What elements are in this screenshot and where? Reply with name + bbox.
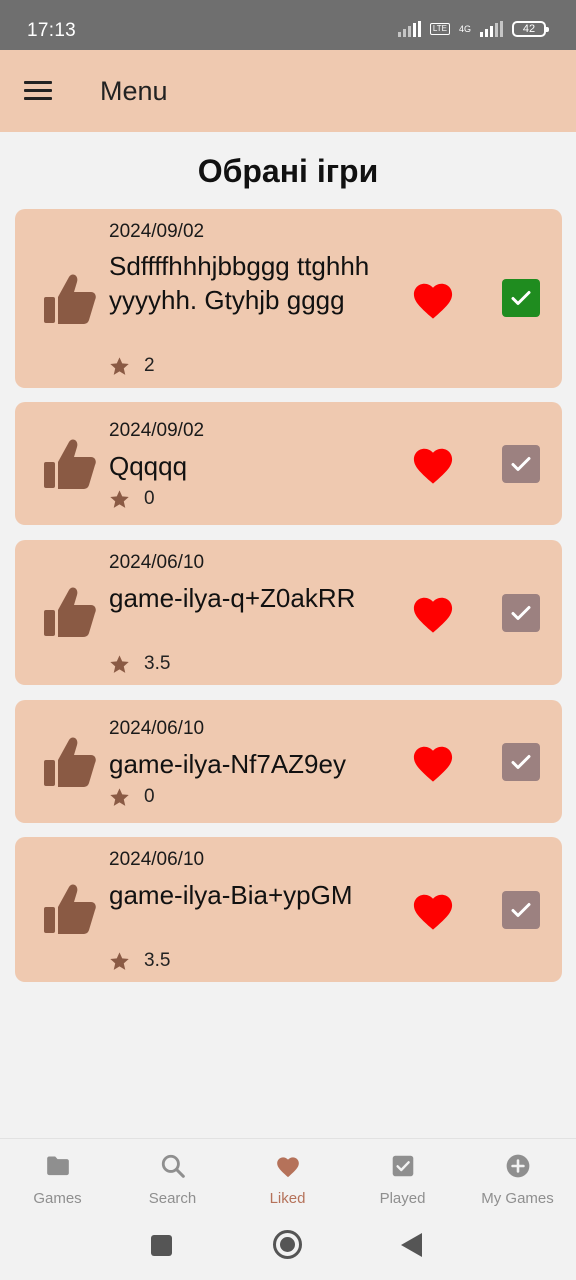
heart-icon[interactable] [410,592,456,634]
battery-icon: 42 [512,21,549,37]
heart-icon[interactable] [410,443,456,485]
heart-icon [276,1157,299,1178]
game-name: game-ilya-Bia+ypGM [109,880,353,910]
nav-search-label: Search [148,1190,197,1207]
thumbs-up-icon [44,274,96,324]
star-icon [110,489,129,508]
game-name: Sdffffhhhjbbggg ttghhh yyyyhh. Gtyhjb gg… [109,251,370,315]
status-icons: LTE 4G 42 [397,21,549,37]
app-bar: Menu [0,50,576,132]
nav-my-games-label: My Games [481,1190,554,1207]
rating-value: 0 [144,488,155,509]
played-checkbox[interactable] [502,594,540,632]
nav-my-games[interactable]: My Games [460,1153,575,1207]
checkmark-icon [511,291,531,305]
thumbs-up-icon [44,884,96,934]
rating-value: 0 [144,786,155,807]
played-checkbox[interactable] [502,743,540,781]
nav-search[interactable]: Search [115,1153,230,1207]
game-date: 2024/06/10 [109,718,205,739]
nav-games-label: Games [33,1190,82,1207]
star-icon [110,654,129,673]
recents-button[interactable] [151,1235,172,1256]
checkmark-icon [511,457,531,471]
game-rating: 0 [109,488,155,510]
game-card[interactable]: 2024/09/02 Qqqqq 0 [15,402,562,525]
star-icon [110,787,129,806]
network-type: 4G [458,23,471,34]
nav-liked-label: Liked [269,1190,306,1207]
home-button[interactable] [273,1230,302,1259]
checkmark-icon [511,755,531,769]
rating-value: 3.5 [144,950,171,971]
nav-played[interactable]: Played [345,1153,460,1207]
game-rating: 3.5 [109,950,170,972]
thumbs-up-icon [44,439,96,489]
nav-games[interactable]: Games [0,1153,115,1207]
game-rating: 3.5 [109,653,170,675]
back-button[interactable] [401,1233,422,1257]
played-checkbox[interactable] [502,445,540,483]
cell-signal-icon [480,21,503,37]
game-card[interactable]: 2024/06/10 game-ilya-q+Z0akRR 3.5 [15,540,562,685]
played-checkbox[interactable] [502,891,540,929]
folder-icon [46,1156,69,1176]
status-time: 17:13 [27,20,77,41]
appbar-title: Menu [100,76,168,106]
rating-value: 2 [144,355,155,376]
rating-value: 3.5 [144,653,171,674]
checkmark-icon [511,606,531,620]
thumbs-up-icon [44,587,96,637]
game-date: 2024/06/10 [109,552,205,573]
checkbox-icon [392,1155,413,1177]
page-title: Обрані ігри [197,153,379,189]
game-card[interactable]: 2024/06/10 game-ilya-Nf7AZ9ey 0 [15,700,562,823]
star-icon [110,951,129,970]
volte-icon: LTE [429,23,450,35]
nav-played-label: Played [379,1190,426,1207]
hamburger-menu-icon[interactable] [24,81,52,101]
game-rating: 2 [109,355,155,377]
game-name: game-ilya-q+Z0akRR [109,583,356,613]
star-icon [110,356,129,375]
game-date: 2024/09/02 [109,420,205,441]
add-circle-icon [506,1154,529,1178]
wifi-signal-icon [397,21,421,37]
game-rating: 0 [109,786,155,808]
search-icon [161,1154,185,1178]
heart-icon[interactable] [410,278,456,320]
checkmark-icon [511,903,531,917]
nav-liked[interactable]: Liked [230,1153,345,1207]
game-card[interactable]: 2024/06/10 game-ilya-Bia+ypGM 3.5 [15,837,562,982]
game-card[interactable]: 2024/09/02 Sdffffhhhjbbggg ttghhh yyyyhh… [15,209,562,388]
game-date: 2024/06/10 [109,849,205,870]
battery-level: 42 [522,23,536,35]
heart-icon[interactable] [410,741,456,783]
thumbs-up-icon [44,737,96,787]
status-bar: 17:13 LTE 4G 42 [0,0,576,50]
heart-icon[interactable] [410,889,456,931]
played-checkbox[interactable] [502,279,540,317]
game-name: Qqqqq [109,451,188,481]
game-date: 2024/09/02 [109,221,205,242]
game-name: game-ilya-Nf7AZ9ey [109,749,346,779]
